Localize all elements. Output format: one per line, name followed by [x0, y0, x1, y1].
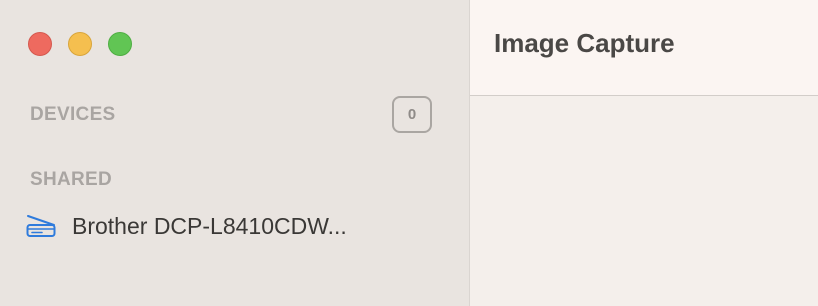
- devices-section-header: DEVICES: [30, 104, 116, 125]
- sidebar-item-brother-scanner[interactable]: Brother DCP-L8410CDW...: [26, 206, 347, 246]
- scanner-icon: [26, 215, 56, 237]
- minimize-window-button[interactable]: [68, 32, 92, 56]
- device-label: Brother DCP-L8410CDW...: [72, 212, 347, 239]
- zoom-window-button[interactable]: [108, 32, 132, 56]
- window-title: Image Capture: [494, 28, 675, 58]
- sidebar: DEVICES 0 SHARED Brother DCP-L8410CDW...: [0, 0, 469, 306]
- close-window-button[interactable]: [28, 32, 52, 56]
- main-pane: Image Capture: [470, 0, 818, 306]
- window-controls: [28, 32, 132, 56]
- shared-section-header: SHARED: [30, 169, 113, 190]
- devices-count-badge: 0: [392, 96, 432, 133]
- toolbar: Image Capture: [470, 0, 818, 96]
